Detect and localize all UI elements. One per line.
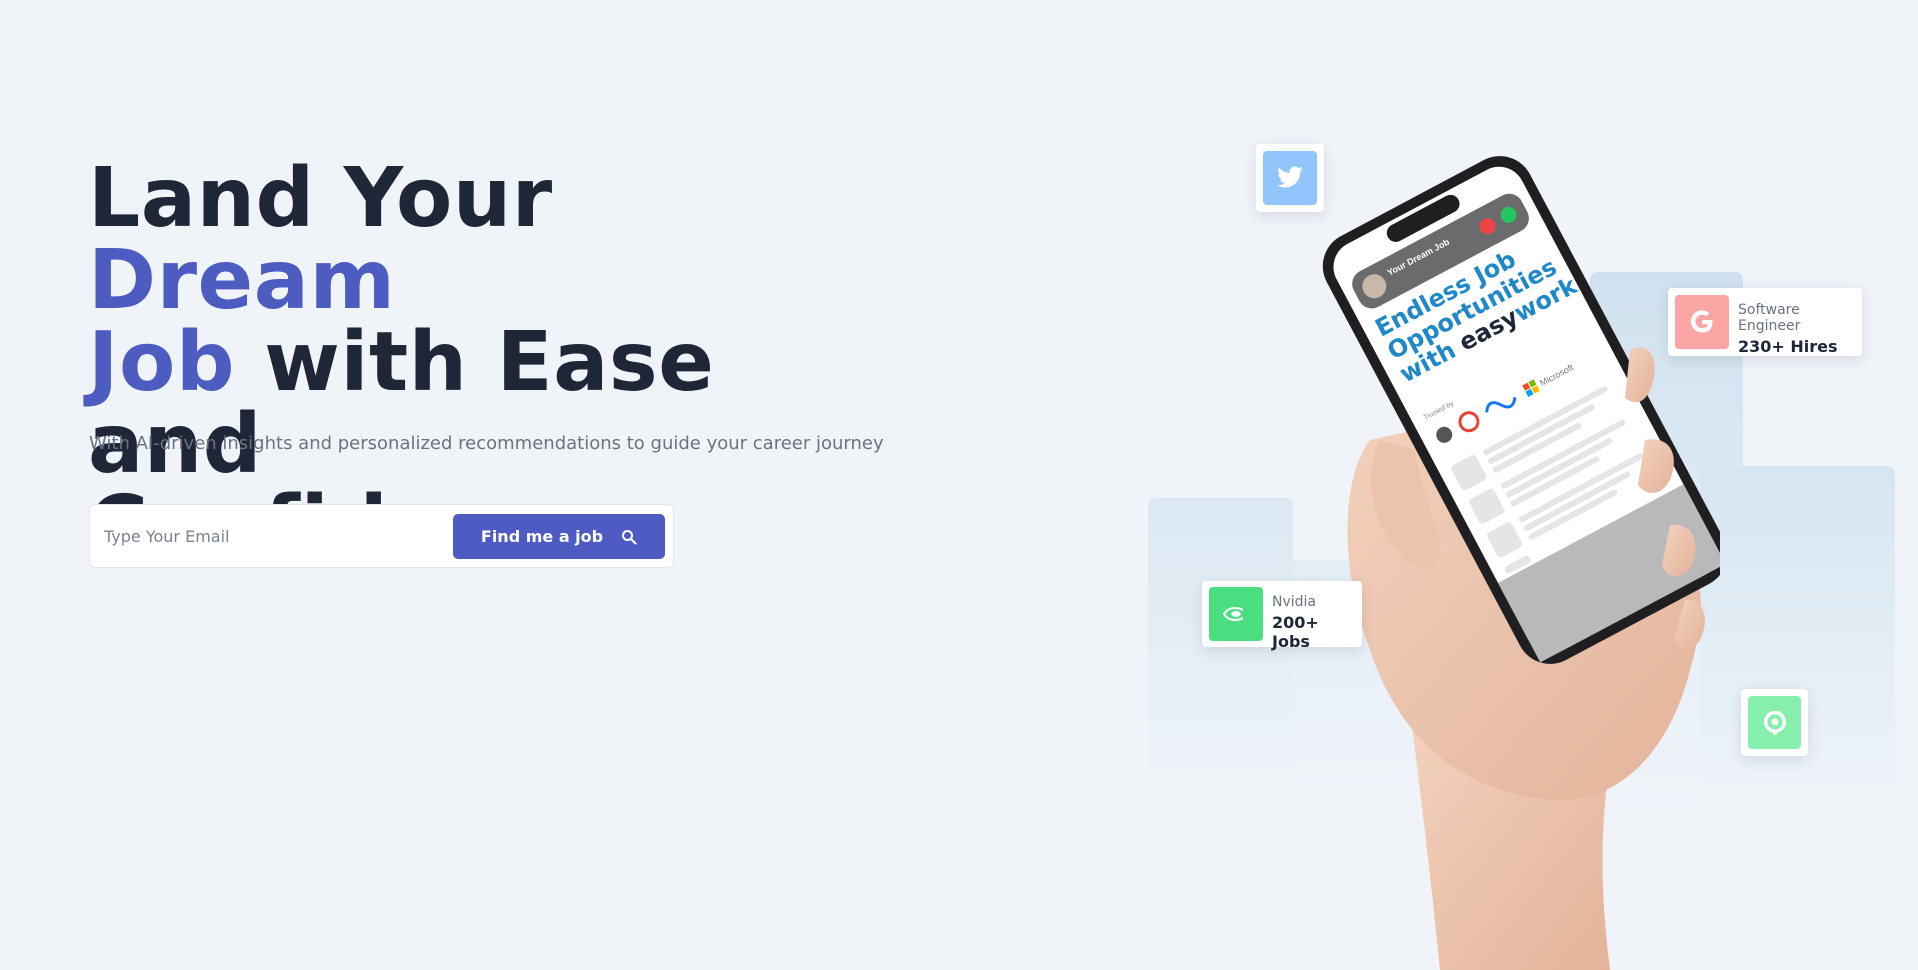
headline-part1: Land Your <box>88 151 553 246</box>
backdrop-block-left <box>1148 498 1293 970</box>
search-icon <box>622 529 637 545</box>
nvidia-icon <box>1222 606 1250 622</box>
nvidia-card-subtitle: Nvidia <box>1272 594 1317 610</box>
location-card <box>1741 689 1808 756</box>
headline-accent-dream: Dream <box>88 233 396 328</box>
find-job-label: Find me a job <box>480 527 604 546</box>
email-input[interactable] <box>104 519 434 553</box>
nvidia-jobs-card: Nvidia 200+ Jobs <box>1202 581 1362 651</box>
hero-subtitle: With AI-driven insights and personalized… <box>89 433 884 454</box>
google-tile <box>1675 295 1729 349</box>
google-card-subtitle: Software Engineer <box>1738 302 1801 334</box>
headline-accent-job: Job <box>88 315 236 410</box>
finger-1 <box>1625 347 1655 403</box>
twitter-icon <box>1277 166 1303 188</box>
location-pin-icon <box>1763 710 1786 735</box>
google-icon <box>1690 310 1713 333</box>
google-card-value: 230+ Hires <box>1738 337 1838 356</box>
twitter-tile <box>1263 151 1317 205</box>
find-job-button[interactable]: Find me a job <box>453 514 665 559</box>
email-signup-form: Find me a job <box>89 504 674 568</box>
twitter-card <box>1256 144 1324 212</box>
nvidia-tile <box>1209 587 1263 641</box>
pin-tile <box>1748 696 1801 749</box>
nvidia-card-value: 200+ Jobs <box>1272 613 1319 651</box>
phone-in-hand-illustration: Your Dream Job Endless Job Opportunities… <box>1322 156 1720 970</box>
google-hires-card: Software Engineer 230+ Hires <box>1668 288 1862 356</box>
